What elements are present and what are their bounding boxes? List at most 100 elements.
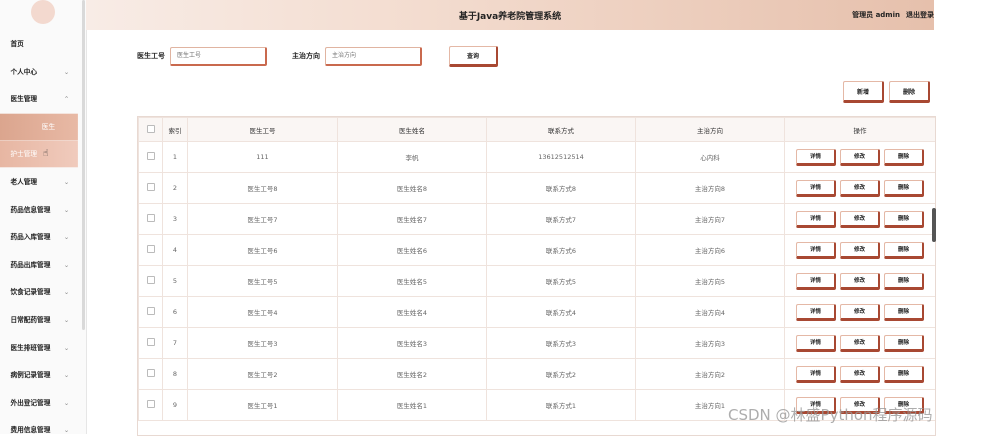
detail-button[interactable]: 详情 xyxy=(796,241,836,259)
delete-button[interactable]: 删除 xyxy=(884,241,924,259)
chevron-icon: ⌄ xyxy=(63,177,70,186)
chevron-icon: ⌄ xyxy=(63,260,70,269)
row-select-cell[interactable] xyxy=(138,203,163,235)
sidebar-item[interactable]: 个人中心 ⌄ xyxy=(0,58,78,84)
query-button[interactable]: 查询 xyxy=(449,45,498,67)
edit-button[interactable]: 修改 xyxy=(840,303,880,321)
top-header: 基于Java养老院管理系统 管理员 admin 退出登录 xyxy=(86,0,934,30)
cell-specialty: 主治方向8 xyxy=(635,172,785,204)
cell-doctor-id: 医生工号2 xyxy=(187,358,338,390)
cell-contact: 联系方式7 xyxy=(486,203,636,235)
delete-button[interactable]: 删除 xyxy=(884,303,924,321)
detail-button[interactable]: 详情 xyxy=(796,179,836,197)
detail-button[interactable]: 详情 xyxy=(796,334,836,352)
pointer-cursor-icon: ☝ xyxy=(42,148,49,160)
edit-button[interactable]: 修改 xyxy=(840,179,880,197)
detail-button[interactable]: 详情 xyxy=(796,210,836,228)
delete-button[interactable]: 删除 xyxy=(884,210,924,228)
sidebar-item[interactable]: 老人管理 ⌄ xyxy=(0,169,78,195)
sidebar-item[interactable]: 外出登记管理 ⌄ xyxy=(0,389,78,415)
sidebar-item[interactable]: 费用信息管理 ⌄ xyxy=(0,417,78,443)
table-row[interactable]: 2 医生工号8 医生姓名8 联系方式8 主治方向8 详情 修改 删除 xyxy=(138,172,935,204)
row-actions-cell: 详情 修改 删除 xyxy=(784,203,935,235)
edit-button[interactable]: 修改 xyxy=(840,365,880,383)
row-actions-cell: 详情 修改 删除 xyxy=(784,327,935,359)
detail-button[interactable]: 详情 xyxy=(796,148,836,166)
avatar[interactable] xyxy=(31,0,55,24)
specialty-input[interactable] xyxy=(325,46,422,66)
row-select-cell[interactable] xyxy=(138,265,163,297)
select-all-cell[interactable] xyxy=(138,117,163,142)
row-checkbox[interactable] xyxy=(146,369,155,377)
table-row[interactable]: 4 医生工号6 医生姓名6 联系方式6 主治方向6 详情 修改 删除 xyxy=(138,234,935,266)
row-select-cell[interactable] xyxy=(138,389,163,421)
cell-contact: 联系方式1 xyxy=(486,389,636,421)
sidebar-item[interactable]: 首页 xyxy=(0,31,78,57)
logout-link[interactable]: 退出登录 xyxy=(906,11,934,19)
sidebar-item[interactable]: 护士管理 ☝ xyxy=(0,141,78,168)
table-row[interactable]: 6 医生工号4 医生姓名4 联系方式4 主治方向4 详情 修改 删除 xyxy=(138,296,935,328)
sidebar-item[interactable]: 药品入库管理 ⌄ xyxy=(0,224,78,250)
sidebar-item[interactable]: 医生 xyxy=(0,113,78,140)
row-checkbox[interactable] xyxy=(146,245,155,253)
page-scrollbar[interactable] xyxy=(932,208,936,242)
table-row[interactable]: 8 医生工号2 医生姓名2 联系方式2 主治方向2 详情 修改 删除 xyxy=(138,358,935,390)
cell-doctor-name: 医生姓名1 xyxy=(337,389,487,421)
row-select-cell[interactable] xyxy=(138,327,163,359)
delete-button[interactable]: 删除 xyxy=(884,148,924,166)
delete-button[interactable]: 删除 xyxy=(884,272,924,290)
sidebar-item-label: 护士管理 xyxy=(10,150,38,158)
cell-contact: 联系方式5 xyxy=(486,265,636,297)
edit-button[interactable]: 修改 xyxy=(840,334,880,352)
table-row[interactable]: 7 医生工号3 医生姓名3 联系方式3 主治方向3 详情 修改 删除 xyxy=(138,327,935,359)
delete-button[interactable]: 删除 xyxy=(884,179,924,197)
sidebar-item-label: 药品出库管理 xyxy=(10,260,51,269)
row-checkbox[interactable] xyxy=(146,214,155,222)
row-checkbox[interactable] xyxy=(146,152,155,160)
row-checkbox[interactable] xyxy=(146,338,155,346)
edit-button[interactable]: 修改 xyxy=(840,210,880,228)
row-select-cell[interactable] xyxy=(138,141,163,173)
sidebar-item-label: 医生排班管理 xyxy=(10,343,51,352)
chevron-icon: ⌄ xyxy=(63,288,70,296)
sidebar-item[interactable]: 饮食记录管理 ⌄ xyxy=(0,279,78,305)
doctor-id-input[interactable] xyxy=(170,46,267,66)
table-row[interactable]: 3 医生工号7 医生姓名7 联系方式7 主治方向7 详情 修改 删除 xyxy=(138,203,935,235)
add-button[interactable]: 新增 xyxy=(843,81,884,103)
cell-doctor-name: 医生姓名3 xyxy=(337,327,487,359)
cell-specialty: 主治方向3 xyxy=(635,327,785,359)
delete-button[interactable]: 删除 xyxy=(884,334,924,352)
detail-button[interactable]: 详情 xyxy=(796,365,836,383)
edit-button[interactable]: 修改 xyxy=(840,241,880,259)
row-checkbox[interactable] xyxy=(146,307,155,315)
row-select-cell[interactable] xyxy=(138,172,163,204)
bulk-delete-button[interactable]: 删除 xyxy=(889,81,930,103)
edit-button[interactable]: 修改 xyxy=(840,272,880,290)
edit-button[interactable]: 修改 xyxy=(840,148,880,166)
sidebar-scrollbar[interactable] xyxy=(82,0,85,330)
sidebar-item[interactable]: 医生管理 ⌃ xyxy=(0,86,78,112)
row-checkbox[interactable] xyxy=(146,276,155,284)
detail-button[interactable]: 详情 xyxy=(796,272,836,290)
row-select-cell[interactable] xyxy=(138,296,163,328)
col-header-contact: 联系方式 xyxy=(486,117,636,142)
detail-button[interactable]: 详情 xyxy=(796,303,836,321)
sidebar-item[interactable]: 医生排班管理 ⌄ xyxy=(0,334,78,360)
cell-specialty: 主治方向4 xyxy=(635,296,785,328)
row-select-cell[interactable] xyxy=(138,234,163,266)
sidebar-item-label: 药品信息管理 xyxy=(10,205,51,214)
sidebar-item[interactable]: 药品信息管理 ⌄ xyxy=(0,196,78,222)
row-checkbox[interactable] xyxy=(146,400,155,408)
select-all-checkbox[interactable] xyxy=(146,124,155,133)
sidebar-item[interactable]: 药品出库管理 ⌄ xyxy=(0,251,78,277)
cell-contact: 联系方式6 xyxy=(486,234,636,266)
row-select-cell[interactable] xyxy=(138,358,163,390)
delete-button[interactable]: 删除 xyxy=(884,365,924,383)
current-user-label: 管理员 admin xyxy=(852,11,900,19)
table-row[interactable]: 5 医生工号5 医生姓名5 联系方式5 主治方向5 详情 修改 删除 xyxy=(138,265,935,297)
sidebar-item[interactable]: 日常配药管理 ⌄ xyxy=(0,307,78,333)
sidebar-item[interactable]: 病例记录管理 ⌄ xyxy=(0,362,78,388)
cell-doctor-id: 医生工号5 xyxy=(187,265,338,297)
row-checkbox[interactable] xyxy=(146,183,155,191)
table-row[interactable]: 1 111 李帆 13612512514 心内科 详情 修改 删除 xyxy=(138,141,935,173)
